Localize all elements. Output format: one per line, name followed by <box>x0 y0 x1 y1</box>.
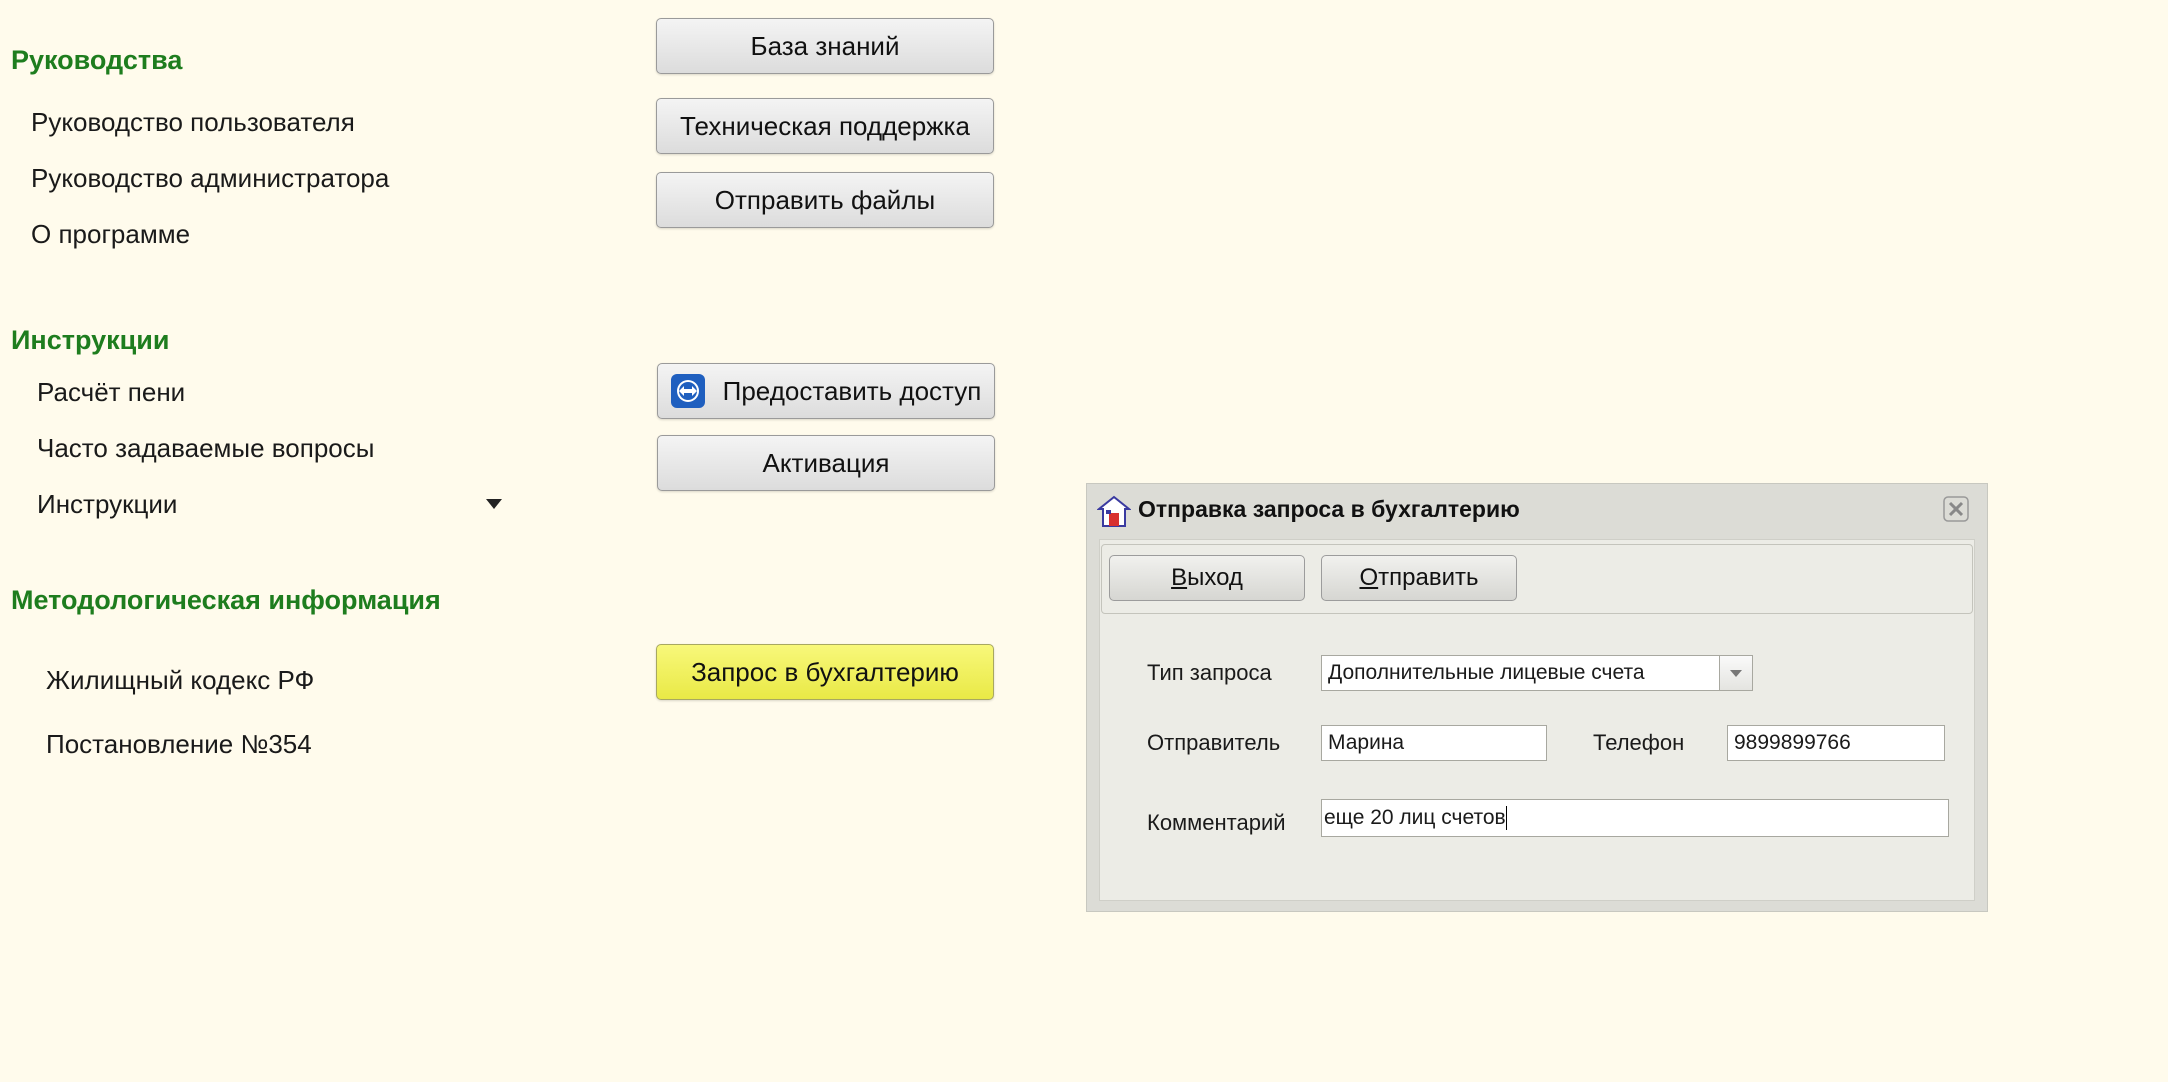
sender-label: Отправитель <box>1147 730 1281 755</box>
link-resolution-354[interactable]: Постановление №354 <box>46 729 312 760</box>
accounting-request-button[interactable]: Запрос в бухгалтерию <box>656 644 994 700</box>
activation-button[interactable]: Активация <box>657 435 995 491</box>
section-title-guides: Руководства <box>11 45 183 75</box>
section-title-methodology: Методологическая информация <box>11 585 441 615</box>
tech-support-button[interactable]: Техническая поддержка <box>656 98 994 154</box>
link-about[interactable]: О программе <box>31 219 190 250</box>
send-files-button[interactable]: Отправить файлы <box>656 172 994 228</box>
send-accel-letter: О <box>1359 564 1379 591</box>
link-faq[interactable]: Часто задаваемые вопросы <box>37 433 374 464</box>
sender-input[interactable]: Марина <box>1321 725 1547 761</box>
exit-button[interactable]: Выход <box>1109 555 1305 601</box>
accounting-request-dialog: Отправка запроса в бухгалтерию Выход Отп… <box>1086 483 1988 912</box>
accounting-request-label: Запрос в бухгалтерию <box>691 656 959 687</box>
chevron-down-icon[interactable] <box>1719 656 1752 690</box>
link-penalty-calc[interactable]: Расчёт пени <box>37 377 185 408</box>
comment-input[interactable]: еще 20 лиц счетов <box>1321 799 1949 837</box>
send-button[interactable]: Отправить <box>1321 555 1517 601</box>
link-housing-code[interactable]: Жилищный кодекс РФ <box>46 665 314 696</box>
exit-accel-letter: В <box>1171 564 1188 591</box>
exit-label-rest: ыход <box>1187 564 1243 591</box>
link-user-guide[interactable]: Руководство пользователя <box>31 107 355 138</box>
teamviewer-icon <box>670 374 705 408</box>
comment-label: Комментарий <box>1147 810 1286 835</box>
dropdown-arrow-icon[interactable] <box>485 497 503 515</box>
grant-access-button[interactable]: Предоставить доступ <box>657 363 995 419</box>
send-files-label: Отправить файлы <box>714 184 936 215</box>
send-label-rest: тправить <box>1378 564 1479 591</box>
link-instructions[interactable]: Инструкции <box>37 489 177 520</box>
text-cursor <box>1505 806 1508 830</box>
sender-value: Марина <box>1328 731 1405 754</box>
close-icon[interactable] <box>1943 496 1969 522</box>
phone-value: 9899899766 <box>1734 731 1851 754</box>
knowledge-base-label: База знаний <box>750 30 900 61</box>
knowledge-base-button[interactable]: База знаний <box>656 18 994 74</box>
app-house-icon <box>1096 495 1132 529</box>
tech-support-label: Техническая поддержка <box>680 110 970 141</box>
dialog-title: Отправка запроса в бухгалтерию <box>1138 496 1520 522</box>
request-type-value: Дополнительные лицевые счета <box>1328 661 1645 684</box>
link-admin-guide[interactable]: Руководство администратора <box>31 163 389 194</box>
comment-value: еще 20 лиц счетов <box>1324 806 1506 829</box>
phone-label: Телефон <box>1593 730 1685 755</box>
grant-access-label: Предоставить доступ <box>722 375 982 406</box>
request-type-label: Тип запроса <box>1147 660 1272 685</box>
request-type-select[interactable]: Дополнительные лицевые счета <box>1321 655 1753 691</box>
section-title-instructions: Инструкции <box>11 325 170 355</box>
activation-label: Активация <box>762 447 890 478</box>
phone-input[interactable]: 9899899766 <box>1727 725 1945 761</box>
